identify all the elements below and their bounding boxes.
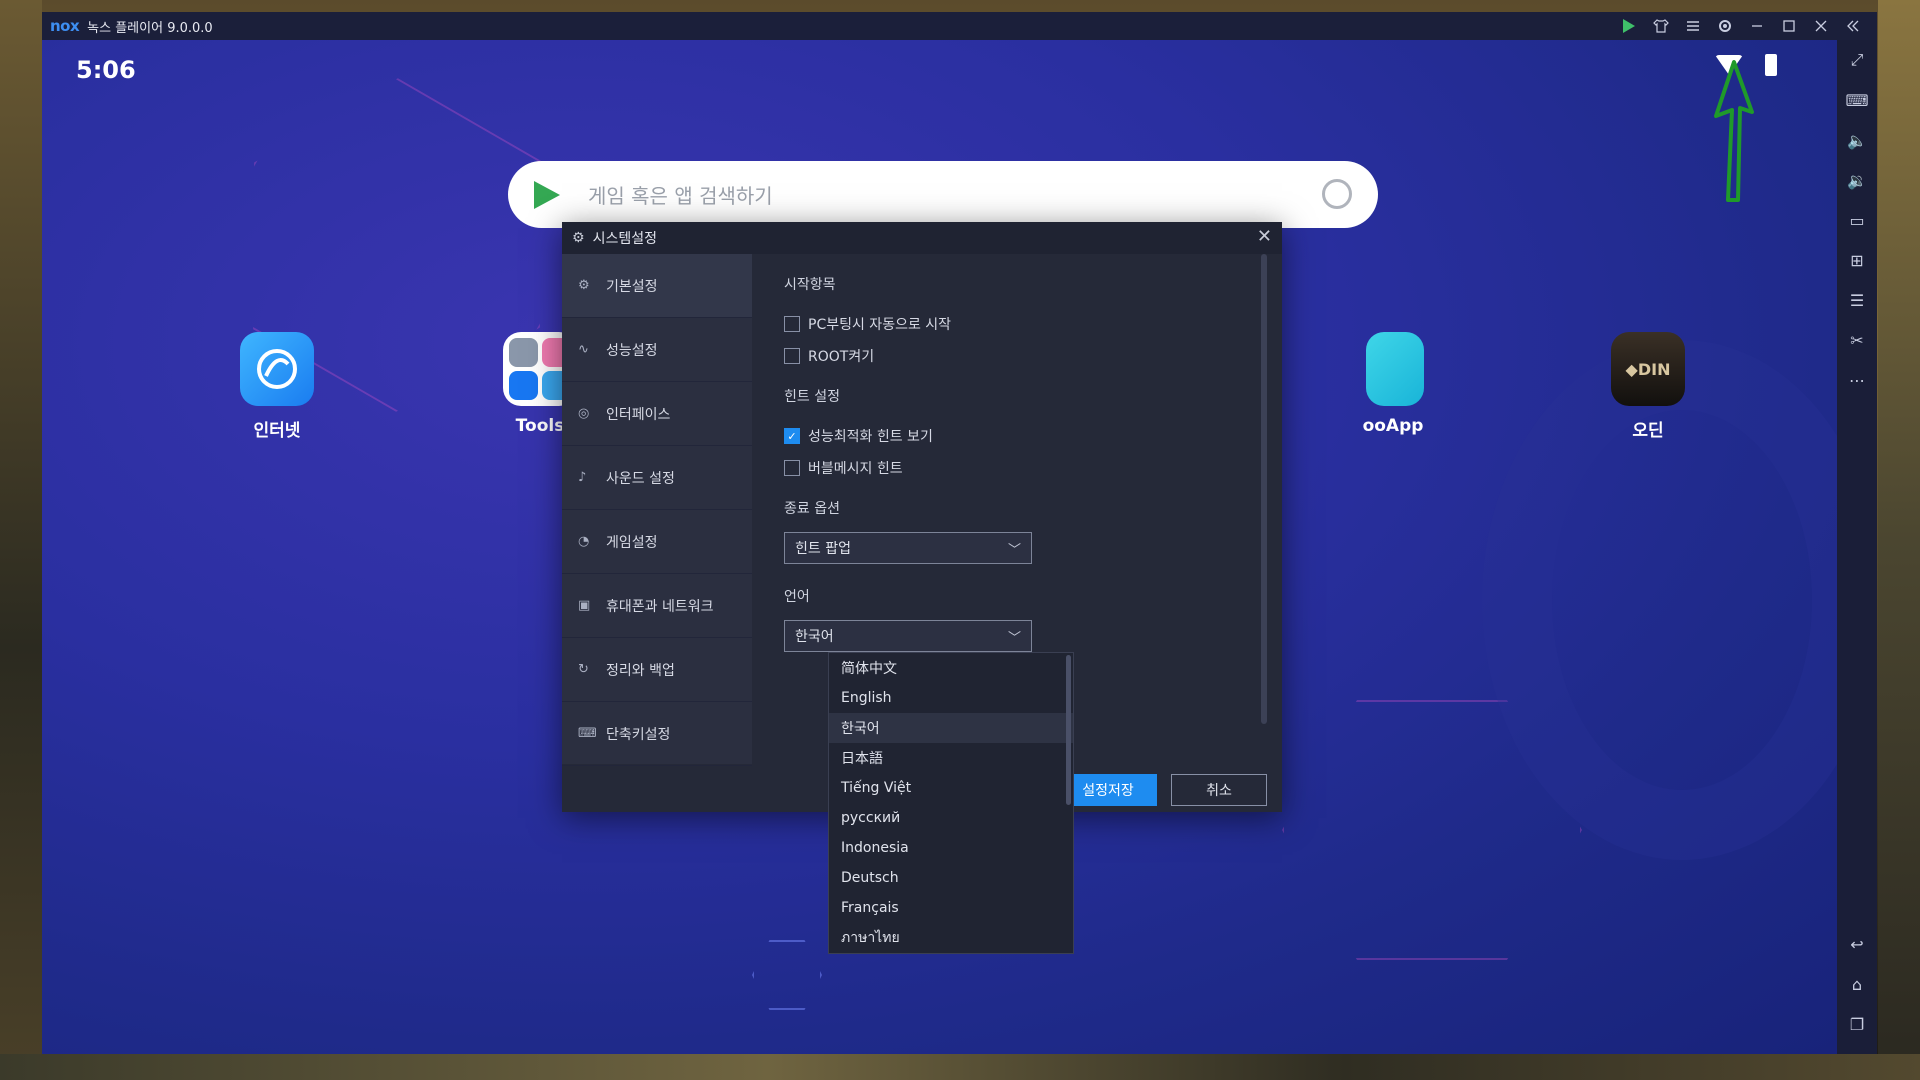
odin-icon: ◆DIN <box>1611 332 1685 406</box>
settings-sidebar: ⚙ 기본설정 ∿ 성능설정 ◎ 인터페이스 ♪ 사운드 설정 ◔ 게임설정 ▣ 휴대폰과 네… <box>562 254 752 766</box>
app-odin[interactable]: ◆DIN 오딘 <box>1610 332 1686 441</box>
basic-settings-icon: ⚙ <box>578 278 590 293</box>
search-bar[interactable]: 게임 혹은 앱 검색하기 <box>508 161 1378 228</box>
language-option[interactable]: English <box>829 683 1073 713</box>
sidebar-item-shortcut[interactable]: ⌨ 단축키설정 <box>562 702 752 766</box>
play-store-icon[interactable] <box>1613 12 1645 40</box>
dialog-title-bar: ⚙ 시스템설정 ✕ <box>562 222 1282 254</box>
keyboard-icon[interactable]: ⌨ <box>1837 80 1877 120</box>
more-icon[interactable]: ⋯ <box>1837 360 1877 400</box>
checkbox[interactable] <box>784 316 800 332</box>
app-ooapp[interactable]: ooApp <box>1348 332 1438 436</box>
title-controls <box>1613 12 1869 40</box>
sidebar-item-interface[interactable]: ◎ 인터페이스 <box>562 382 752 446</box>
google-play-icon <box>534 180 560 209</box>
interface-icon: ◎ <box>578 406 590 421</box>
gear-icon[interactable] <box>1709 12 1741 40</box>
chevron-down-icon: ﹀ <box>1007 543 1021 558</box>
background-left <box>0 0 42 1080</box>
language-option[interactable]: Indonesia <box>829 833 1073 863</box>
checkbox[interactable] <box>784 348 800 364</box>
volume-down-icon[interactable]: 🔉 <box>1837 160 1877 200</box>
section-language-title: 언어 <box>784 589 810 605</box>
section-hints-title: 힌트 설정 <box>784 389 840 405</box>
checkbox-root[interactable]: ROOT켜기 <box>784 340 1267 372</box>
backup-icon: ↻ <box>578 662 589 677</box>
cancel-button[interactable]: 취소 <box>1171 774 1267 806</box>
shirt-icon[interactable] <box>1645 12 1677 40</box>
performance-icon: ∿ <box>578 342 589 357</box>
checkbox-checked[interactable]: ✓ <box>784 428 800 444</box>
language-option[interactable]: Deutsch <box>829 863 1073 893</box>
checkbox-bubble-hint[interactable]: 버블메시지 힌트 <box>784 452 1267 484</box>
minimize-icon[interactable] <box>1741 12 1773 40</box>
sidebar-item-cleanup-backup[interactable]: ↻ 정리와 백업 <box>562 638 752 702</box>
language-option[interactable]: ภาษาไทย <box>829 923 1073 953</box>
status-clock: 5:06 <box>76 56 136 84</box>
sidebar-item-basic[interactable]: ⚙ 기본설정 <box>562 254 752 318</box>
screen-icon[interactable]: ▭ <box>1837 200 1877 240</box>
checkbox-performance-hint[interactable]: ✓ 성능최적화 힌트 보기 <box>784 420 1267 452</box>
window-title: 녹스 플레이어 9.0.0.0 <box>87 20 213 36</box>
volume-up-icon[interactable]: 🔈 <box>1837 120 1877 160</box>
multi-instance-icon[interactable]: ☰ <box>1837 280 1877 320</box>
scissors-icon[interactable]: ✂ <box>1837 320 1877 360</box>
gear-icon: ⚙ <box>572 230 585 246</box>
language-option[interactable]: русский <box>829 803 1073 833</box>
language-option[interactable]: Tiếng Việt <box>829 773 1073 803</box>
background-right <box>1878 0 1920 1080</box>
close-icon[interactable]: ✕ <box>1257 226 1272 247</box>
app-label: 오딘 <box>1632 421 1664 441</box>
ooapp-icon <box>1366 332 1424 406</box>
checkbox-autostart[interactable]: PC부팅시 자동으로 시작 <box>784 308 1267 340</box>
section-exit-title: 종료 옵션 <box>784 501 840 517</box>
nox-logo: nox <box>50 17 80 35</box>
language-option-selected[interactable]: 한국어 <box>829 713 1073 743</box>
section-startup-title: 시작항목 <box>784 277 836 293</box>
decor-hexagon <box>752 940 822 1010</box>
language-option[interactable]: Français <box>829 893 1073 923</box>
search-input[interactable]: 게임 혹은 앱 검색하기 <box>588 180 773 209</box>
back-icon[interactable]: ↩ <box>1837 924 1877 964</box>
app-internet[interactable]: 인터넷 <box>239 332 315 441</box>
app-label: 인터넷 <box>253 421 301 441</box>
phone-icon: ▣ <box>578 598 591 613</box>
dropdown-scrollbar[interactable] <box>1066 655 1071 805</box>
internet-icon <box>240 332 314 406</box>
collapse-sidebar-icon[interactable] <box>1837 12 1869 40</box>
background-bottom <box>0 1054 1920 1080</box>
annotation-arrow-up <box>1714 60 1754 202</box>
shortcut-icon: ⌨ <box>578 726 597 741</box>
close-icon[interactable] <box>1805 12 1837 40</box>
sidebar-item-performance[interactable]: ∿ 성능설정 <box>562 318 752 382</box>
game-icon: ◔ <box>578 534 590 549</box>
checkbox[interactable] <box>784 460 800 476</box>
exit-option-select[interactable]: 힌트 팝업 ﹀ <box>784 532 1032 564</box>
home-icon[interactable]: ⌂ <box>1837 964 1877 1004</box>
add-apk-icon[interactable]: ⊞ <box>1837 240 1877 280</box>
language-dropdown: 简体中文 English 한국어 日本語 Tiếng Việt русский … <box>828 652 1074 954</box>
app-label: ooApp <box>1362 416 1424 436</box>
sidebar-item-phone-network[interactable]: ▣ 휴대폰과 네트워크 <box>562 574 752 638</box>
fullscreen-icon[interactable]: ⤢ <box>1837 40 1877 80</box>
sound-icon: ♪ <box>578 470 587 485</box>
maximize-icon[interactable] <box>1773 12 1805 40</box>
menu-icon[interactable] <box>1677 12 1709 40</box>
chevron-down-icon: ﹀ <box>1007 631 1021 646</box>
content-scrollbar[interactable] <box>1261 254 1267 724</box>
dialog-title: 시스템설정 <box>592 231 657 247</box>
sidebar-item-game[interactable]: ◔ 게임설정 <box>562 510 752 574</box>
language-select[interactable]: 한국어 ﹀ <box>784 620 1032 652</box>
right-toolbar: ⤢ ⌨ 🔈 🔉 ▭ ⊞ ☰ ✂ ⋯ ↩ ⌂ ❐ <box>1837 40 1877 1054</box>
language-option[interactable]: 日本語 <box>829 743 1073 773</box>
title-bar: nox 녹스 플레이어 9.0.0.0 <box>42 12 1877 40</box>
language-option[interactable]: 简体中文 <box>829 653 1073 683</box>
recent-apps-icon[interactable]: ❐ <box>1837 1004 1877 1044</box>
search-icon[interactable] <box>1322 179 1352 209</box>
sidebar-item-sound[interactable]: ♪ 사운드 설정 <box>562 446 752 510</box>
